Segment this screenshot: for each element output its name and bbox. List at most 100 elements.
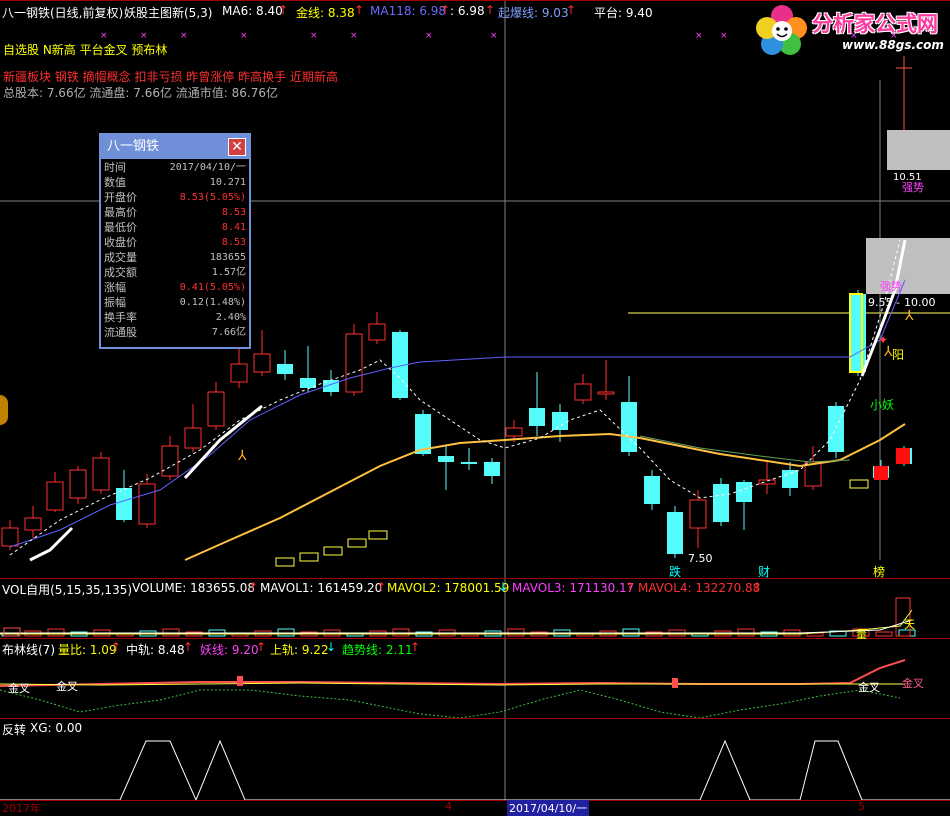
platform-box (368, 530, 388, 540)
candle-body-down (552, 412, 568, 430)
candle-body-up (253, 353, 271, 373)
up-arrow-icon: ↑ (183, 640, 194, 654)
selected-tags: 自选股 N新高 平台金叉 预布林 (3, 43, 168, 57)
popup-row: 收盘价 8.53 (104, 235, 246, 250)
popup-title[interactable]: 八一钢铁 (101, 135, 249, 159)
boll-upper-line (0, 659, 906, 687)
candle-body-down (461, 462, 477, 464)
axis-year: 2017年 (2, 802, 41, 815)
popup-row-key: 开盘价 (104, 191, 137, 204)
kline-chart[interactable]: ×××××××××××××⅄⅄⅄✦ (0, 0, 950, 812)
marker-x: × (240, 31, 248, 41)
panel-toggle-handle[interactable] (0, 395, 8, 425)
marker-x: × (180, 31, 188, 41)
popup-row-value: 7.66亿 (211, 327, 246, 338)
popup-row: 最低价 8.41 (104, 220, 246, 235)
popup-row-key: 收盘价 (104, 236, 137, 249)
popup-row: 涨幅 0.41(5.05%) (104, 280, 246, 295)
ma118-value: MA118: 6.98 (370, 4, 447, 18)
ma118b-value: : 6.98 (450, 4, 485, 18)
logo-text: 分析家公式网 (812, 12, 938, 36)
popup-row: 成交额 1.57亿 (104, 265, 246, 280)
down-arrow-icon: ↓ (326, 640, 337, 654)
marker-x: × (490, 31, 498, 41)
pingtai-value: 平台: 9.40 (594, 6, 653, 20)
candle-body-up (24, 517, 42, 531)
boll-up-marker (237, 676, 243, 686)
candle-body-down (277, 364, 293, 374)
die-badge: 跌 (669, 565, 682, 579)
cai-badge: 财 (758, 565, 771, 579)
xg-value: XG: 0.00 (30, 721, 83, 735)
candle-body-up (207, 391, 225, 427)
logo-url: www.88gs.com (842, 38, 944, 52)
popup-row-key: 时间 (104, 161, 126, 174)
axis-date-cursor[interactable]: 2017/04/10/一 (507, 800, 590, 816)
jincha-label-1: 金叉 (8, 682, 30, 695)
candle-body-up (161, 445, 179, 477)
fz-panel-name: 反转 (2, 723, 27, 737)
popup-row: 换手率 2.40% (104, 310, 246, 325)
popup-row-value: 8.53 (221, 237, 246, 248)
candle-body-up (46, 481, 64, 511)
popup-row-key: 振幅 (104, 296, 126, 309)
price-label-1000: 10.00 (904, 296, 936, 309)
volume-value: VOLUME: 183655.08 (132, 581, 255, 595)
site-logo: 分析家公式网 www.88gs.com (752, 2, 948, 58)
marker-x: × (720, 31, 728, 41)
close-icon[interactable]: ✕ (228, 138, 246, 156)
strong-label: 强势 (902, 181, 924, 194)
popup-row: 开盘价 8.53(5.05%) (104, 190, 246, 205)
resistance-zone (866, 238, 950, 294)
candle-body-down (782, 470, 798, 488)
popup-row-value: 2.40% (215, 312, 246, 323)
mavol2-value: MAVOL2: 178001.59 (387, 581, 510, 595)
popup-row-key: 换手率 (104, 311, 137, 324)
up-arrow-icon: ↑ (410, 640, 421, 654)
low-price-label: 7.50 (688, 552, 713, 565)
shanggui-value: 上轨: 9.22 (270, 643, 329, 657)
price-label-955: 9.55 (868, 296, 893, 309)
mavol1-value: MAVOL1: 161459.20 (260, 581, 383, 595)
person-marker-icon: ⅄ (904, 308, 914, 324)
candle-body-down (621, 402, 637, 452)
candle-body-up (69, 469, 87, 499)
up-arrow-icon: ↑ (256, 640, 267, 654)
liang-label: 量 (856, 628, 867, 641)
indicator-name: 妖股主图新(5,3) (124, 6, 213, 20)
up-arrow-icon: ↑ (111, 640, 122, 654)
marker-x: × (350, 31, 358, 41)
up-arrow-icon: ↑ (248, 580, 259, 594)
up-signal-icon: ✦ (878, 333, 888, 347)
platform-box (347, 538, 367, 548)
strong-label-2: 强势 (880, 280, 902, 293)
candle-body-up (597, 391, 615, 395)
popup-row-key: 最低价 (104, 221, 137, 234)
zhonggui-value: 中轨: 8.48 (126, 643, 185, 657)
popup-row: 时间 2017/04/10/一 (104, 160, 246, 175)
popup-row-value: 2017/04/10/一 (169, 162, 246, 173)
candle-body-down (438, 456, 454, 462)
marker-x: × (140, 31, 148, 41)
popup-row-value: 0.41(5.05%) (179, 282, 246, 293)
mavol-line (0, 609, 913, 635)
yang-label: 阳 (892, 348, 905, 362)
popup-row-value: 8.41 (221, 222, 246, 233)
up-arrow-icon: ↑ (440, 3, 451, 17)
marker-x: × (100, 31, 108, 41)
mavol3-value: MAVOL3: 171130.17 (512, 581, 635, 595)
up-arrow-icon: ↑ (752, 580, 763, 594)
boll-panel-name: 布林线(7) (2, 643, 55, 657)
tian-label: 天 (904, 618, 915, 631)
candle-body-down (484, 462, 500, 476)
trend-dashed-line (0, 689, 901, 719)
up-arrow-icon: ↑ (485, 3, 496, 17)
candle-body-up (368, 323, 386, 341)
candle-body-up (758, 479, 776, 485)
resistance-zone (887, 130, 950, 170)
up-arrow-icon: ↑ (278, 3, 289, 17)
marker-x: × (425, 31, 433, 41)
red-signal-box (896, 448, 910, 464)
popup-row-value: 0.12(1.48%) (179, 297, 246, 308)
info-popup[interactable]: 八一钢铁 ✕ 时间 2017/04/10/一 数值 10.271 开盘价 8.53(5.0… (99, 133, 251, 349)
